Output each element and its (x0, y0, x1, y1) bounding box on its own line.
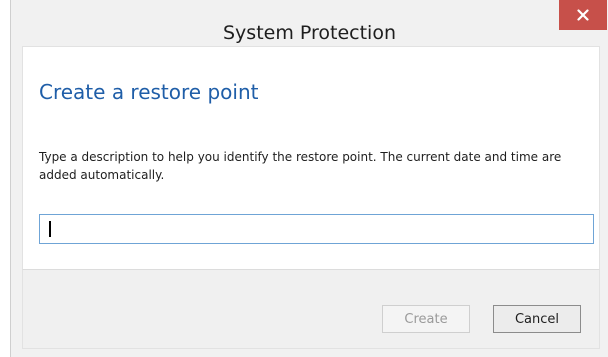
cancel-button[interactable]: Cancel (493, 305, 581, 333)
create-button[interactable]: Create (382, 305, 470, 333)
description-text: Type a description to help you identify … (39, 150, 562, 182)
window-title: System Protection (222, 22, 396, 44)
page-heading: Create a restore point (39, 80, 259, 104)
content-panel: Create a restore point Type a descriptio… (22, 46, 600, 269)
system-protection-dialog: System Protection Create a restore point… (10, 0, 608, 357)
button-bar: Create Cancel (22, 269, 600, 349)
restore-point-description-input[interactable] (39, 214, 594, 244)
title-bar[interactable]: System Protection (11, 0, 608, 46)
close-button[interactable] (559, 0, 607, 30)
close-icon (577, 6, 589, 25)
text-caret (49, 221, 51, 237)
